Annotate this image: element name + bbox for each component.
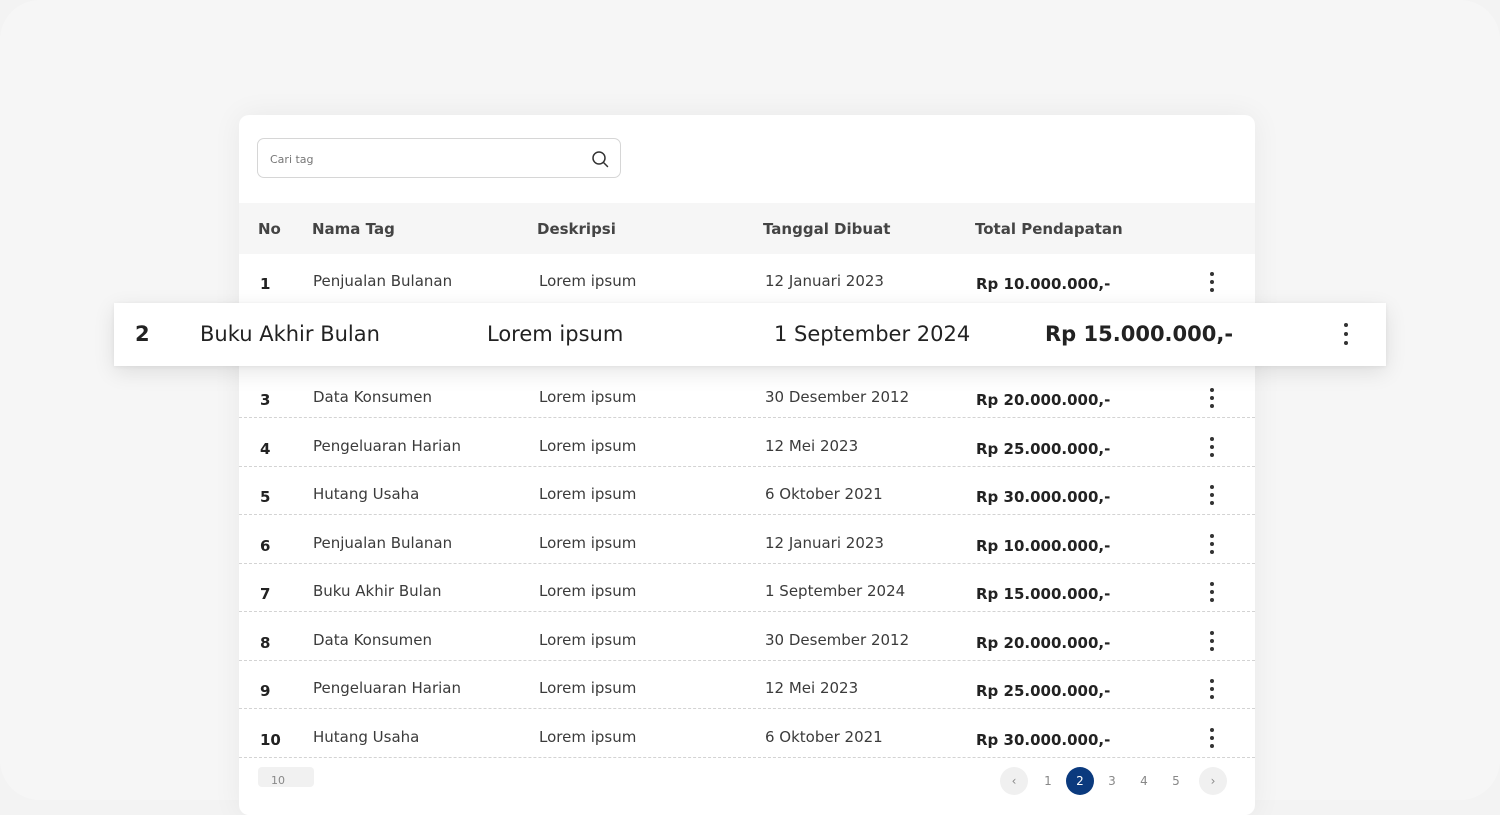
row-total-pendapatan: Rp 30.000.000,- — [976, 731, 1111, 749]
row-no: 6 — [260, 537, 271, 555]
row-total-pendapatan: Rp 20.000.000,- — [976, 634, 1111, 652]
table-row[interactable]: 8 Data Konsumen Lorem ipsum 30 Desember 201… — [239, 613, 1255, 661]
dragged-row-no: 2 — [135, 322, 150, 346]
row-tanggal-dibuat: 6 Oktober 2021 — [765, 485, 883, 503]
row-total-pendapatan: Rp 15.000.000,- — [976, 585, 1111, 603]
row-more-icon[interactable] — [1202, 677, 1222, 703]
header-no: No — [258, 220, 281, 238]
dragged-row-amount: Rp 15.000.000,- — [1045, 322, 1234, 346]
next-page-icon[interactable]: › — [1199, 767, 1227, 795]
row-nama-tag: Buku Akhir Bulan — [313, 582, 442, 600]
header-deskripsi: Deskripsi — [537, 220, 616, 238]
table-row[interactable]: 10 Hutang Usaha Lorem ipsum 6 Oktober 2021 R… — [239, 710, 1255, 758]
row-deskripsi: Lorem ipsum — [539, 631, 637, 649]
row-total-pendapatan: Rp 10.000.000,- — [976, 537, 1111, 555]
row-nama-tag: Hutang Usaha — [313, 485, 420, 503]
dragged-row-name: Buku Akhir Bulan — [200, 322, 380, 346]
row-deskripsi: Lorem ipsum — [539, 534, 637, 552]
table-row[interactable]: 1 Penjualan Bulanan Lorem ipsum 12 Januari … — [239, 254, 1255, 302]
row-no: 7 — [260, 585, 271, 603]
row-tanggal-dibuat: 12 Mei 2023 — [765, 679, 859, 697]
dragged-row-desc: Lorem ipsum — [487, 322, 624, 346]
row-nama-tag: Pengeluaran Harian — [313, 437, 462, 455]
row-tanggal-dibuat: 30 Desember 2012 — [765, 388, 910, 406]
row-nama-tag: Data Konsumen — [313, 631, 433, 649]
row-more-icon[interactable] — [1202, 580, 1222, 606]
row-nama-tag: Pengeluaran Harian — [313, 679, 462, 697]
table-row[interactable]: 5 Hutang Usaha Lorem ipsum 6 Oktober 2021 Rp… — [239, 467, 1255, 515]
row-nama-tag: Data Konsumen — [313, 388, 433, 406]
row-total-pendapatan: Rp 30.000.000,- — [976, 488, 1111, 506]
row-tanggal-dibuat: 12 Januari 2023 — [765, 534, 884, 552]
row-deskripsi: Lorem ipsum — [539, 388, 637, 406]
row-deskripsi: Lorem ipsum — [539, 272, 637, 290]
search-box[interactable] — [257, 138, 621, 178]
dragged-row-more-icon[interactable] — [1336, 321, 1356, 347]
row-no: 8 — [260, 634, 271, 652]
row-no: 3 — [260, 391, 271, 409]
row-nama-tag: Hutang Usaha — [313, 728, 420, 746]
row-more-icon[interactable] — [1202, 270, 1222, 296]
row-more-icon[interactable] — [1202, 386, 1222, 412]
row-tanggal-dibuat: 6 Oktober 2021 — [765, 728, 883, 746]
page-4-button[interactable]: 4 — [1130, 767, 1158, 795]
row-no: 5 — [260, 488, 271, 506]
row-more-icon[interactable] — [1202, 483, 1222, 509]
search-input[interactable] — [268, 148, 592, 170]
row-deskripsi: Lorem ipsum — [539, 485, 637, 503]
row-more-icon[interactable] — [1202, 629, 1222, 655]
table-row[interactable]: 3 Data Konsumen Lorem ipsum 30 Desember 201… — [239, 370, 1255, 418]
row-no: 1 — [260, 275, 271, 293]
row-more-icon[interactable] — [1202, 726, 1222, 752]
row-no: 10 — [260, 731, 281, 749]
page-3-button[interactable]: 3 — [1098, 767, 1126, 795]
dragged-table-row[interactable]: 2 Buku Akhir Bulan Lorem ipsum 1 Septemb… — [114, 303, 1386, 366]
row-total-pendapatan: Rp 25.000.000,- — [976, 440, 1111, 458]
row-deskripsi: Lorem ipsum — [539, 728, 637, 746]
search-icon[interactable] — [591, 150, 609, 168]
row-tanggal-dibuat: 30 Desember 2012 — [765, 631, 910, 649]
prev-page-icon[interactable]: ‹ — [1000, 767, 1028, 795]
page-size-select[interactable]: 10 — [258, 767, 314, 787]
row-deskripsi: Lorem ipsum — [539, 679, 637, 697]
table-row[interactable]: 4 Pengeluaran Harian Lorem ipsum 12 Mei 202… — [239, 419, 1255, 467]
page-2-button[interactable]: 2 — [1066, 767, 1094, 795]
row-nama-tag: Penjualan Bulanan — [313, 534, 453, 552]
table-row[interactable]: 6 Penjualan Bulanan Lorem ipsum 12 Januari … — [239, 516, 1255, 564]
page-5-button[interactable]: 5 — [1162, 767, 1190, 795]
page-1-button[interactable]: 1 — [1034, 767, 1062, 795]
row-tanggal-dibuat: 1 September 2024 — [765, 582, 906, 600]
row-deskripsi: Lorem ipsum — [539, 582, 637, 600]
row-total-pendapatan: Rp 25.000.000,- — [976, 682, 1111, 700]
table-row[interactable]: 7 Buku Akhir Bulan Lorem ipsum 1 September … — [239, 564, 1255, 612]
dragged-row-date: 1 September 2024 — [774, 322, 971, 346]
row-no: 4 — [260, 440, 271, 458]
table-row[interactable]: 9 Pengeluaran Harian Lorem ipsum 12 Mei 202… — [239, 661, 1255, 709]
row-more-icon[interactable] — [1202, 532, 1222, 558]
row-total-pendapatan: Rp 10.000.000,- — [976, 275, 1111, 293]
header-nama-tag: Nama Tag — [312, 220, 395, 238]
page-size-value: 10 — [271, 774, 285, 787]
row-tanggal-dibuat: 12 Mei 2023 — [765, 437, 859, 455]
header-total-pendapatan: Total Pendapatan — [975, 220, 1123, 238]
row-nama-tag: Penjualan Bulanan — [313, 272, 453, 290]
row-total-pendapatan: Rp 20.000.000,- — [976, 391, 1111, 409]
row-no: 9 — [260, 682, 271, 700]
table-header: No Nama Tag Deskripsi Tanggal Dibuat Tot… — [239, 203, 1255, 254]
header-tanggal-dibuat: Tanggal Dibuat — [763, 220, 891, 238]
row-deskripsi: Lorem ipsum — [539, 437, 637, 455]
tag-table-card: No Nama Tag Deskripsi Tanggal Dibuat Tot… — [239, 115, 1255, 815]
row-tanggal-dibuat: 12 Januari 2023 — [765, 272, 884, 290]
row-more-icon[interactable] — [1202, 435, 1222, 461]
